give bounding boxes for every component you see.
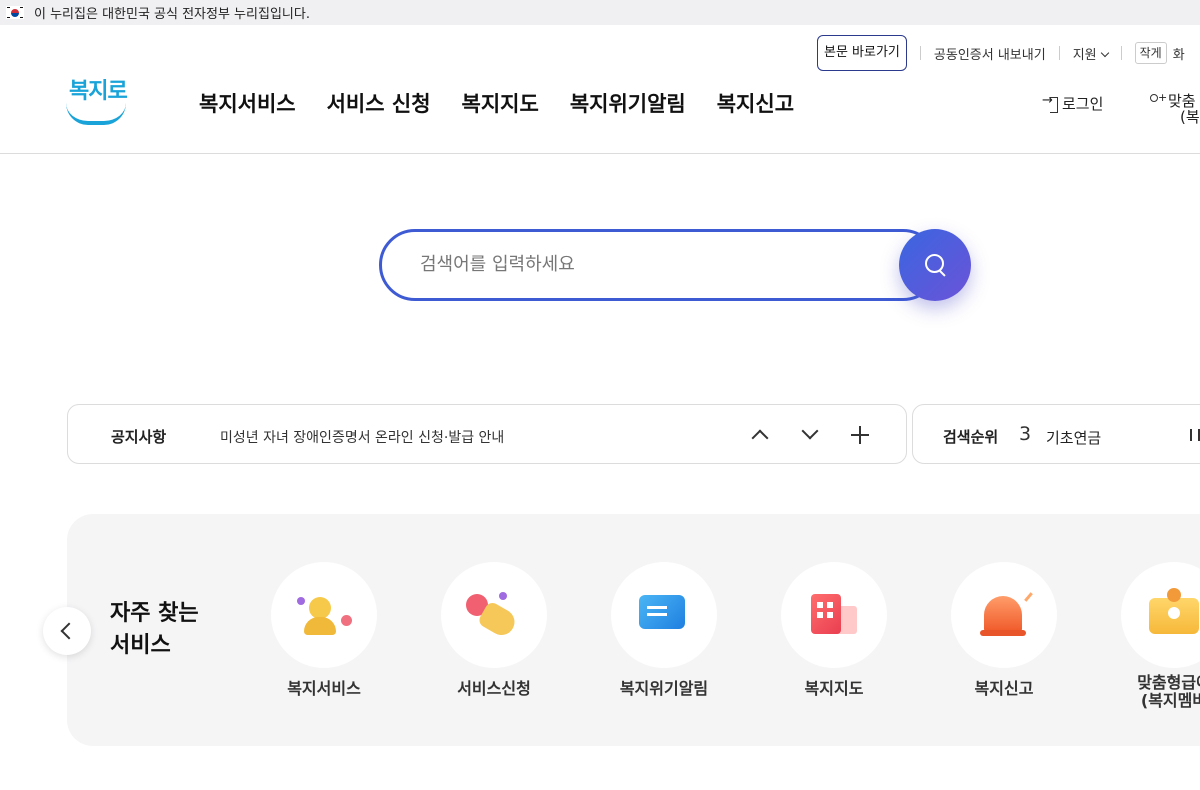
service-label-line2: (복지멤버	[1140, 691, 1200, 710]
notice-more-button[interactable]	[848, 423, 872, 447]
logo-smile-icon	[66, 103, 126, 125]
hand-tap-icon	[441, 562, 547, 668]
notice-next-button[interactable]	[798, 423, 822, 447]
search-ranking-bar: 검색순위 3 기초연금	[912, 404, 1200, 464]
service-label: 서비스신청	[457, 679, 531, 698]
support-menu[interactable]: 지원	[1072, 44, 1109, 63]
notice-label: 공지사항	[111, 428, 167, 446]
id-card-icon	[1121, 562, 1200, 668]
pause-icon[interactable]	[1190, 429, 1200, 441]
nav-service-apply[interactable]: 서비스 신청	[327, 88, 431, 118]
divider	[919, 46, 921, 60]
carousel-prev-button[interactable]	[43, 607, 91, 655]
favorites-title-line1: 자주 찾는	[110, 601, 199, 626]
ranking-number: 3	[1019, 423, 1032, 445]
notice-bar: 공지사항 미성년 자녀 장애인증명서 온라인 신청·발급 안내	[67, 404, 907, 464]
service-label: 복지위기알림	[619, 679, 709, 698]
notice-text-link[interactable]: 미성년 자녀 장애인증명서 온라인 신청·발급 안내	[220, 427, 504, 447]
favorites-title: 자주 찾는 서비스	[110, 598, 220, 662]
service-label: 복지신고	[974, 679, 1034, 698]
notice-prev-button[interactable]	[748, 423, 772, 447]
service-item[interactable]: 서비스신청	[419, 562, 569, 698]
skip-to-content-link[interactable]: 본문 바로가기	[817, 35, 907, 71]
building-icon	[781, 562, 887, 668]
cert-export-link[interactable]: 공동인증서 내보내기	[934, 44, 1046, 63]
search-input[interactable]	[420, 254, 890, 275]
favorites-title-line2: 서비스	[110, 633, 171, 658]
korea-flag-icon	[6, 6, 24, 19]
nav-welfare-service[interactable]: 복지서비스	[199, 88, 296, 118]
signup-button[interactable]: 맞춤 (복	[1148, 90, 1200, 126]
service-label: 복지지도	[804, 679, 864, 698]
ranking-term-link[interactable]: 기초연금	[1046, 427, 1101, 448]
service-item[interactable]: 맞춤형급여 (복지멤버	[1099, 562, 1200, 710]
divider	[1120, 46, 1122, 60]
logo-text: 복지로	[69, 79, 128, 104]
service-label: 복지서비스	[287, 679, 361, 698]
favorite-services: 자주 찾는 서비스 복지서비스 서비스신청 복지위기알림 복지지도 복지신고 맞…	[67, 514, 1200, 746]
people-icon	[271, 562, 377, 668]
utility-menu: 본문 바로가기 공동인증서 내보내기 지원 작게 화	[817, 35, 1185, 71]
siren-icon	[951, 562, 1057, 668]
font-size-large-button[interactable]: 화	[1173, 44, 1185, 63]
site-logo[interactable]: 복지로	[62, 73, 132, 128]
service-item[interactable]: 복지서비스	[249, 562, 399, 698]
message-icon	[611, 562, 717, 668]
search-area	[379, 229, 971, 301]
login-label: 로그인	[1062, 95, 1104, 113]
site-header: 본문 바로가기 공동인증서 내보내기 지원 작게 화 복지로 복지서비스 서비스…	[0, 25, 1200, 154]
main-nav: 복지서비스 서비스 신청 복지지도 복지위기알림 복지신고	[199, 88, 825, 118]
ranking-label: 검색순위	[943, 428, 999, 446]
gov-notice-bar: 이 누리집은 대한민국 공식 전자정부 누리집입니다.	[0, 0, 1200, 25]
nav-crisis-alert[interactable]: 복지위기알림	[570, 88, 686, 118]
support-label: 지원	[1072, 47, 1097, 63]
font-size-small-button[interactable]: 작게	[1134, 42, 1167, 64]
chevron-down-icon	[1100, 48, 1109, 57]
service-label: 맞춤형급여 (복지멤버	[1099, 674, 1200, 710]
divider	[1058, 46, 1060, 60]
search-box	[379, 229, 939, 301]
gov-notice-text: 이 누리집은 대한민국 공식 전자정부 누리집입니다.	[34, 7, 310, 22]
nav-welfare-map[interactable]: 복지지도	[462, 88, 539, 118]
signup-label-2: (복	[1180, 108, 1200, 126]
nav-welfare-report[interactable]: 복지신고	[717, 88, 794, 118]
service-item[interactable]: 복지위기알림	[589, 562, 739, 698]
service-label-line1: 맞춤형급여	[1137, 673, 1200, 692]
service-item[interactable]: 복지신고	[929, 562, 1079, 698]
login-icon	[1042, 93, 1058, 113]
user-add-icon	[1148, 90, 1167, 108]
search-button[interactable]	[899, 229, 971, 301]
login-button[interactable]: 로그인	[1042, 93, 1104, 114]
service-item[interactable]: 복지지도	[759, 562, 909, 698]
